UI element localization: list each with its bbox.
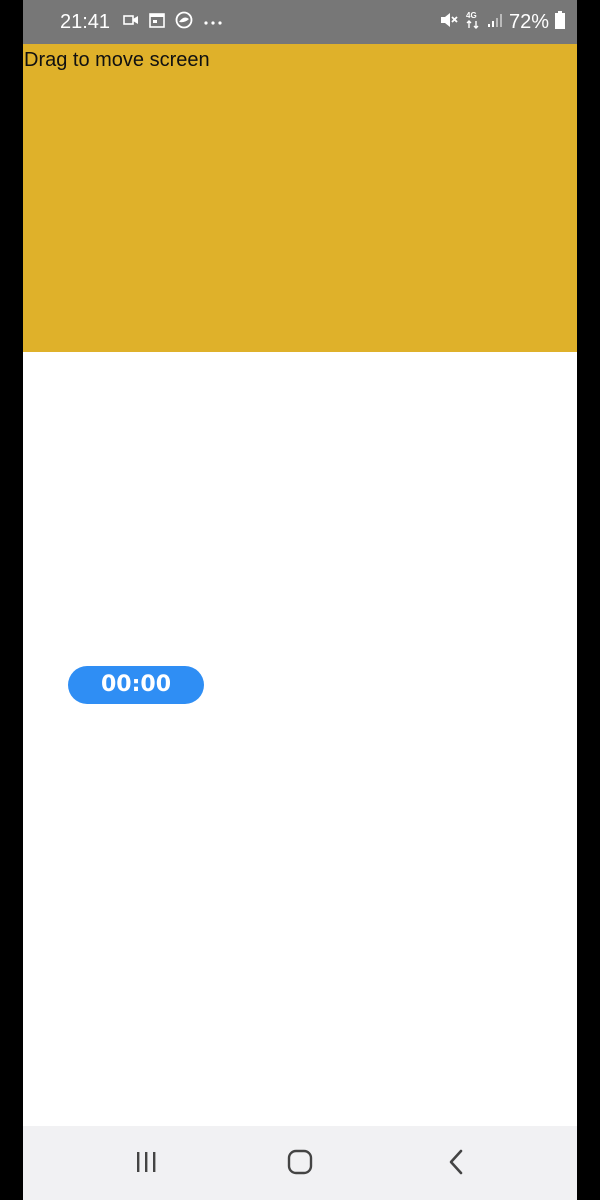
timer-button[interactable]: 00:00 bbox=[68, 666, 204, 704]
status-right-icons: 4G 72% bbox=[439, 9, 565, 35]
status-bar: 21:41 4G 72% bbox=[23, 0, 577, 44]
navigation-bar bbox=[23, 1126, 577, 1200]
video-call-icon bbox=[123, 13, 139, 32]
battery-percentage: 72% bbox=[508, 11, 549, 33]
recent-apps-icon bbox=[134, 1150, 158, 1179]
recent-apps-button[interactable] bbox=[126, 1146, 166, 1182]
status-time: 21:41 bbox=[60, 11, 111, 33]
status-left-icons bbox=[123, 11, 223, 34]
home-icon bbox=[287, 1149, 313, 1180]
svg-text:4G: 4G bbox=[466, 11, 477, 20]
mute-icon bbox=[439, 11, 459, 34]
back-icon bbox=[446, 1149, 466, 1180]
4g-data-icon: 4G bbox=[465, 10, 481, 35]
calendar-icon bbox=[149, 12, 165, 33]
drag-panel[interactable]: Drag to move screen bbox=[23, 44, 577, 352]
more-notifications-icon bbox=[203, 13, 223, 31]
back-button[interactable] bbox=[436, 1146, 476, 1182]
drag-label: Drag to move screen bbox=[24, 49, 210, 71]
app-notification-icon bbox=[175, 11, 193, 34]
home-button[interactable] bbox=[280, 1146, 320, 1182]
phone-screen: 21:41 4G 72% Drag to move screen 00:00 bbox=[23, 0, 577, 1200]
battery-icon bbox=[555, 10, 565, 34]
signal-icon bbox=[487, 12, 503, 33]
